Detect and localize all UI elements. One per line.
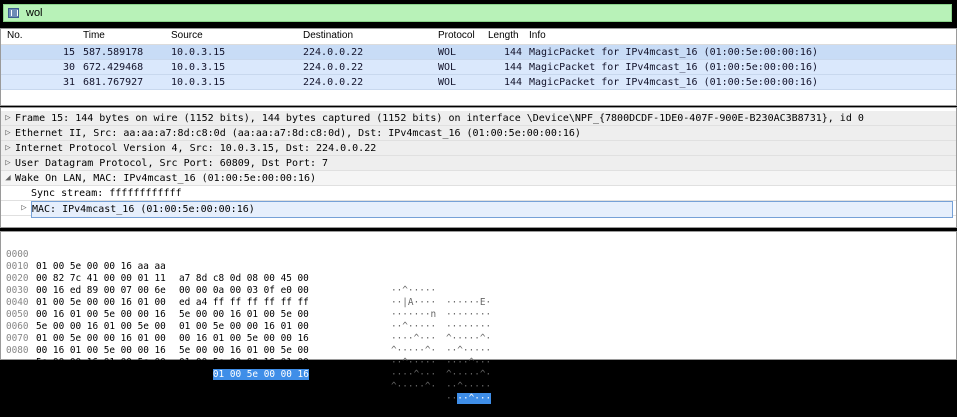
bytes-ascii[interactable]: ^·····^·: [391, 381, 436, 393]
bytes-hex-unselected[interactable]: 00 16: [179, 369, 207, 380]
bytes-ascii[interactable]: ^·····^·: [446, 369, 491, 381]
cell-source: 10.0.3.15: [171, 77, 226, 88]
cell-destination: 224.0.0.22: [303, 62, 364, 73]
cell-no: 31: [63, 77, 76, 88]
bytes-ascii[interactable]: ··^·····: [446, 381, 491, 393]
bytes-row: 0060 01 00 5e 00 00 16 01 00 5e 00 00 16…: [6, 309, 946, 380]
bytes-row: 0010 00 82 7c 41 00 00 01 11 00 00 0a 00…: [6, 249, 946, 320]
bytes-hex[interactable]: 5e 00 00 16 01 00 5e 00: [36, 357, 166, 369]
cell-info: MagicPacket for IPv4mcast_16 (01:00:5e:0…: [529, 47, 818, 58]
cell-protocol: WOL: [438, 77, 457, 88]
tree-item-ethernet[interactable]: ▷ Ethernet II, Src: aa:aa:a7:8d:c8:0d (a…: [1, 126, 956, 141]
bytes-row: 0050 5e 00 00 16 01 00 5e 00 00 16 01 00…: [6, 297, 946, 368]
cell-source: 10.0.3.15: [171, 47, 226, 58]
bytes-ascii[interactable]: ··^·····: [446, 345, 491, 357]
cell-length: 144: [504, 62, 523, 73]
cell-length: 144: [504, 47, 523, 58]
tree-item-mac[interactable]: ▷ MAC: IPv4mcast_16 (01:00:5e:00:00:16): [1, 201, 956, 218]
packet-details-pane[interactable]: ▷ Frame 15: 144 bytes on wire (1152 bits…: [0, 107, 957, 228]
collapse-arrow-icon[interactable]: ◢: [3, 171, 13, 186]
tree-item-label: User Datagram Protocol, Src Port: 60809,…: [15, 158, 329, 169]
cell-time: 587.589178: [83, 47, 144, 58]
tree-item-label: Wake On LAN, MAC: IPv4mcast_16 (01:00:5e…: [15, 173, 317, 184]
bytes-hex-selected[interactable]: 01 00 5e 00 00 16: [212, 369, 309, 380]
cell-time: 672.429468: [83, 62, 144, 73]
tree-item-label: MAC: IPv4mcast_16 (01:00:5e:00:00:16): [31, 201, 953, 218]
bytes-offset: 0080: [6, 345, 29, 356]
column-time[interactable]: Time: [83, 30, 105, 41]
cell-length: 144: [504, 77, 523, 88]
bytes-ascii[interactable]: ^·····^·: [391, 345, 436, 357]
tree-item-ip[interactable]: ▷ Internet Protocol Version 4, Src: 10.0…: [1, 141, 956, 156]
packet-list[interactable]: No. Time Source Destination Protocol Len…: [0, 28, 957, 106]
tree-item-wol[interactable]: ◢ Wake On LAN, MAC: IPv4mcast_16 (01:00:…: [1, 171, 956, 186]
cell-destination: 224.0.0.22: [303, 47, 364, 58]
cell-protocol: WOL: [438, 47, 457, 58]
bytes-ascii[interactable]: ····^···: [446, 393, 492, 405]
tree-item-label: Frame 15: 144 bytes on wire (1152 bits),…: [15, 113, 864, 124]
expand-arrow-icon[interactable]: ▷: [3, 141, 13, 156]
cell-info: MagicPacket for IPv4mcast_16 (01:00:5e:0…: [529, 62, 818, 73]
bytes-row: 0000 01 00 5e 00 00 16 aa aa a7 8d c8 0d…: [6, 237, 946, 308]
bytes-row: 0020 00 16 ed 89 00 07 00 6e ed a4 ff ff…: [6, 261, 946, 332]
bytes-ascii[interactable]: ····^···: [446, 357, 491, 369]
expand-arrow-icon[interactable]: ▷: [19, 201, 29, 216]
bytes-ascii-selected[interactable]: ··^···: [457, 393, 492, 404]
bytes-hex[interactable]: 00 16 01 00 5e 00 00 16: [36, 345, 166, 357]
bookmark-filter-icon[interactable]: [8, 8, 19, 18]
column-length[interactable]: Length: [488, 30, 519, 41]
tree-item-sync-stream[interactable]: Sync stream: ffffffffffff: [1, 186, 956, 201]
bytes-row: 0030 01 00 5e 00 00 16 01 00 5e 00 00 16…: [6, 273, 946, 344]
bytes-ascii-unselected[interactable]: ··: [446, 393, 457, 404]
column-destination[interactable]: Destination: [303, 30, 353, 41]
bytes-ascii[interactable]: ··^·····: [391, 357, 436, 369]
tree-item-frame[interactable]: ▷ Frame 15: 144 bytes on wire (1152 bits…: [1, 111, 956, 126]
bytes-row: 0070 00 16 01 00 5e 00 00 16 01 00 5e 00…: [6, 321, 946, 392]
bytes-hex[interactable]: 00 16 01 00 5e 00 00 16: [179, 369, 309, 381]
packet-list-header: No. Time Source Destination Protocol Len…: [1, 29, 956, 45]
bytes-row: 0040 00 16 01 00 5e 00 00 16 01 00 5e 00…: [6, 285, 946, 356]
cell-time: 681.767927: [83, 77, 144, 88]
cell-source: 10.0.3.15: [171, 62, 226, 73]
column-no[interactable]: No.: [7, 30, 23, 41]
column-info[interactable]: Info: [529, 30, 546, 41]
cell-no: 30: [63, 62, 76, 73]
packet-bytes-pane[interactable]: 0000 01 00 5e 00 00 16 aa aa a7 8d c8 0d…: [0, 231, 957, 404]
bytes-ascii[interactable]: ····^···: [391, 369, 436, 381]
expand-arrow-icon[interactable]: ▷: [3, 126, 13, 141]
packet-row[interactable]: 30 672.429468 10.0.3.15 224.0.0.22 WOL 1…: [1, 60, 956, 75]
tree-item-label: Ethernet II, Src: aa:aa:a7:8d:c8:0d (aa:…: [15, 128, 581, 139]
tree-item-label: Sync stream: ffffffffffff: [31, 188, 182, 199]
cell-protocol: WOL: [438, 62, 457, 73]
expand-arrow-icon[interactable]: ▷: [3, 111, 13, 126]
cell-destination: 224.0.0.22: [303, 77, 364, 88]
column-protocol[interactable]: Protocol: [438, 30, 475, 41]
tree-item-label: Internet Protocol Version 4, Src: 10.0.3…: [15, 143, 377, 154]
column-source[interactable]: Source: [171, 30, 203, 41]
display-filter-bar[interactable]: [3, 4, 952, 22]
bytes-row: 0080 5e 00 00 16 01 00 5e 00 00 16 01 00…: [6, 333, 946, 404]
display-filter-input[interactable]: [26, 5, 926, 21]
cell-info: MagicPacket for IPv4mcast_16 (01:00:5e:0…: [529, 77, 818, 88]
bytes-hex[interactable]: 01 00 5e 00 00 16 01 00: [179, 357, 309, 369]
packet-row[interactable]: 15 587.589178 10.0.3.15 224.0.0.22 WOL 1…: [1, 45, 956, 60]
packet-row[interactable]: 31 681.767927 10.0.3.15 224.0.0.22 WOL 1…: [1, 75, 956, 90]
tree-item-udp[interactable]: ▷ User Datagram Protocol, Src Port: 6080…: [1, 156, 956, 171]
wireshark-window: No. Time Source Destination Protocol Len…: [0, 0, 957, 404]
expand-arrow-icon[interactable]: ▷: [3, 156, 13, 171]
cell-no: 15: [63, 47, 76, 58]
bytes-hex[interactable]: 5e 00 00 16 01 00 5e 00: [179, 345, 309, 357]
